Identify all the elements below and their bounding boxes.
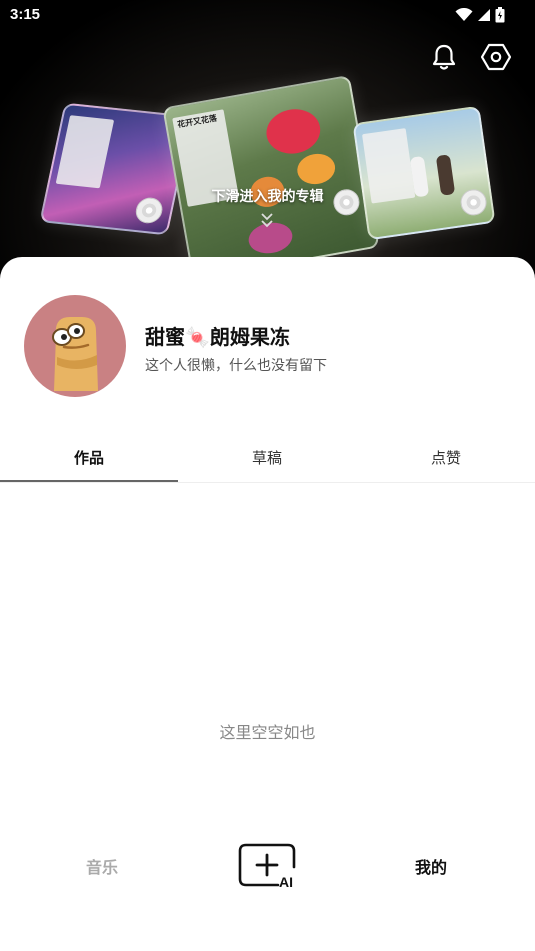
profile-bio: 这个人很懒，什么也没有留下 — [145, 358, 327, 374]
settings-icon — [481, 43, 511, 71]
album-cover-right[interactable] — [352, 105, 496, 241]
ai-create-button[interactable]: AI — [238, 843, 298, 890]
bell-icon — [432, 44, 456, 70]
tab-likes[interactable]: 点赞 — [357, 447, 535, 468]
tab-drafts[interactable]: 草稿 — [178, 447, 356, 468]
status-bar: 3:15 — [0, 0, 535, 30]
notification-button[interactable] — [429, 42, 459, 72]
flower-art — [262, 105, 324, 158]
system-icons — [455, 7, 505, 23]
status-time: 3:15 — [10, 6, 41, 23]
album-cover-center[interactable]: 花开又花落 — [162, 74, 380, 280]
battery-icon — [495, 7, 505, 23]
flower-art — [294, 150, 338, 188]
double-chevron-down-icon — [261, 213, 273, 228]
tab-active-indicator — [0, 480, 178, 482]
nav-mine[interactable]: 我的 — [415, 854, 447, 878]
avatar-illustration — [52, 317, 98, 391]
album-title: 花开又花落 — [176, 113, 218, 130]
profile-tabs: 作品 草稿 点赞 — [0, 443, 535, 483]
swipe-down-hint: 下滑进入我的专辑 — [211, 189, 324, 205]
ai-label: AI — [279, 874, 293, 889]
avatar[interactable] — [24, 295, 126, 397]
album-banner[interactable]: 3:15 花开又花落 下滑进入我的专辑 — [0, 0, 535, 280]
add-ai-icon: AI — [238, 843, 296, 890]
album-label — [55, 115, 115, 189]
cell-signal-icon — [478, 9, 490, 21]
nav-music[interactable]: 音乐 — [86, 854, 118, 878]
wifi-icon — [455, 8, 473, 21]
settings-button[interactable] — [481, 42, 511, 72]
empty-state-text: 这里空空如也 — [219, 723, 316, 742]
bottom-navigation: 音乐 AI 我的 — [0, 838, 535, 898]
profile-username: 甜蜜🍬朗姆果冻 — [145, 325, 290, 349]
tab-works[interactable]: 作品 — [0, 447, 178, 468]
